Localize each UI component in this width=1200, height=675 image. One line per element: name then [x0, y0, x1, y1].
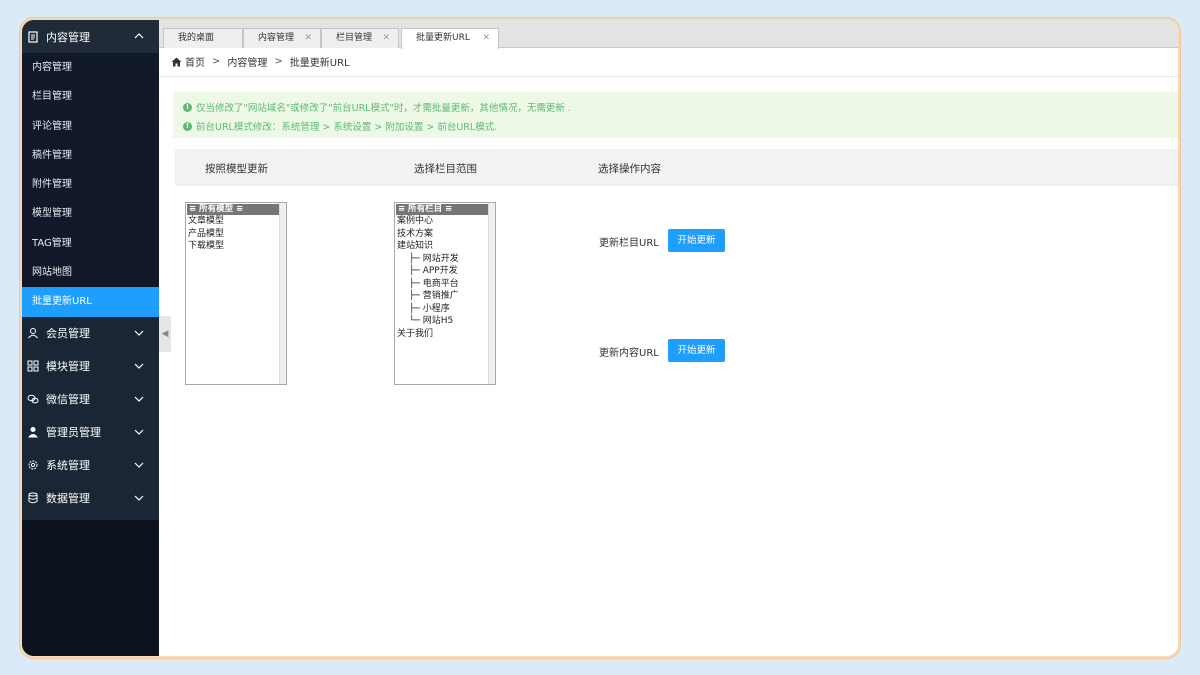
document-icon	[26, 30, 40, 44]
update-content-url-button[interactable]: 开始更新	[668, 339, 725, 362]
sidebar-item-manuscripts[interactable]: 稿件管理	[22, 141, 159, 170]
update-content-url-label: 更新内容URL	[599, 348, 659, 359]
breadcrumb: 首页 > 内容管理 > 批量更新URL	[171, 54, 350, 69]
sidebar-group-data[interactable]: 数据管理	[22, 482, 159, 515]
sidebar: 内容管理 内容管理 栏目管理 评论管理 稿件管理 附件管理 模型管理 TAG管理…	[22, 20, 159, 656]
sidebar-group-label: 系统管理	[46, 459, 90, 473]
list-option-selected[interactable]: ≡ 所有模型 ≡	[187, 204, 285, 215]
list-scrollbar[interactable]	[279, 203, 286, 384]
sidebar-group-label: 微信管理	[46, 393, 90, 407]
sidebar-group-members[interactable]: 会员管理	[22, 317, 159, 350]
database-icon	[26, 491, 40, 505]
breadcrumb-separator: >	[274, 56, 283, 67]
sidebar-group-label: 内容管理	[46, 30, 90, 44]
close-icon[interactable]: ✕	[482, 29, 490, 48]
chevron-down-icon	[133, 492, 145, 504]
gear-icon	[26, 458, 40, 472]
column-select-list[interactable]: ≡ 所有栏目 ≡ 案例中心 技术方案 建站知识 ├─ 网站开发 ├─ APP开发…	[394, 202, 496, 385]
sidebar-group-admins[interactable]: 管理员管理	[22, 416, 159, 449]
sidebar-group-label: 数据管理	[46, 492, 90, 506]
info-icon: !	[183, 121, 192, 131]
info-icon: !	[183, 102, 192, 112]
wechat-icon	[26, 392, 40, 406]
chevron-down-icon	[133, 426, 145, 438]
chevron-up-icon	[133, 30, 145, 42]
list-option[interactable]: ├─ 网站开发	[395, 253, 495, 266]
header-by-model: 按照模型更新	[205, 163, 268, 175]
admin-window: 内容管理 内容管理 栏目管理 评论管理 稿件管理 附件管理 模型管理 TAG管理…	[22, 20, 1178, 656]
list-option[interactable]: └─ 网站H5	[395, 315, 495, 328]
tab-label: 内容管理	[258, 33, 295, 43]
notice-line: ! 仅当修改了"网站域名"或修改了"前台URL模式"时，才需批量更新，其他情况，…	[183, 100, 571, 114]
update-column-url-button[interactable]: 开始更新	[668, 229, 725, 252]
list-option[interactable]: 关于我们	[395, 328, 495, 341]
sidebar-group-label: 管理员管理	[46, 426, 101, 440]
list-option[interactable]: ├─ 营销推广	[395, 290, 495, 303]
sidebar-item-columns[interactable]: 栏目管理	[22, 82, 159, 111]
tab-content[interactable]: 内容管理 ✕	[243, 28, 321, 48]
sidebar-group-label: 模块管理	[46, 360, 90, 374]
close-icon[interactable]: ✕	[382, 29, 390, 48]
table-header: 按照模型更新 选择栏目范围 选择操作内容	[175, 149, 1178, 186]
sidebar-group-modules[interactable]: 模块管理	[22, 350, 159, 383]
screenshot-frame: 内容管理 内容管理 栏目管理 评论管理 稿件管理 附件管理 模型管理 TAG管理…	[20, 18, 1180, 658]
home-icon	[171, 57, 182, 67]
header-column-scope: 选择栏目范围	[414, 163, 477, 175]
notice-text-1: 仅当修改了"网站域名"或修改了"前台URL模式"时，才需批量更新，其他情况，无需…	[196, 103, 571, 114]
tab-batch-url[interactable]: 批量更新URL ✕	[401, 28, 499, 49]
chevron-down-icon	[133, 360, 145, 372]
tab-desktop[interactable]: 我的桌面	[163, 28, 243, 48]
list-option[interactable]: 文章模型	[186, 215, 286, 228]
chevron-down-icon	[133, 459, 145, 471]
sidebar-group-system[interactable]: 系统管理	[22, 449, 159, 482]
tab-bar: 我的桌面 内容管理 ✕ 栏目管理 ✕ 批量更新URL ✕	[159, 20, 1178, 49]
list-option[interactable]: 产品模型	[186, 228, 286, 241]
chevron-down-icon	[133, 327, 145, 339]
list-option[interactable]: 下载模型	[186, 240, 286, 253]
tab-label: 栏目管理	[336, 33, 373, 43]
sidebar-item-sitemap[interactable]: 网站地图	[22, 258, 159, 287]
tab-label: 批量更新URL	[416, 33, 470, 43]
list-option[interactable]: ├─ APP开发	[395, 265, 495, 278]
notice-text-2: 前台URL模式修改：系统管理 > 系统设置 > 附加设置 > 前台URL模式.	[196, 122, 498, 133]
sidebar-item-batch-url[interactable]: 批量更新URL	[22, 287, 159, 317]
list-option[interactable]: ├─ 小程序	[395, 303, 495, 316]
list-option[interactable]: 建站知识	[395, 240, 495, 253]
breadcrumb-content[interactable]: 内容管理	[227, 54, 267, 69]
tab-label: 我的桌面	[178, 33, 215, 43]
tab-columns[interactable]: 栏目管理 ✕	[321, 28, 399, 48]
list-option[interactable]: 技术方案	[395, 228, 495, 241]
list-scrollbar[interactable]	[488, 203, 495, 384]
admin-icon	[26, 425, 40, 439]
user-icon	[26, 326, 40, 340]
chevron-down-icon	[133, 393, 145, 405]
sidebar-submenu: 内容管理 栏目管理 评论管理 稿件管理 附件管理 模型管理 TAG管理 网站地图…	[22, 53, 159, 317]
list-option[interactable]: 案例中心	[395, 215, 495, 228]
divider	[159, 76, 1178, 77]
list-option-selected[interactable]: ≡ 所有栏目 ≡	[396, 204, 494, 215]
grid-icon	[26, 359, 40, 373]
sidebar-group-content[interactable]: 内容管理	[22, 20, 159, 53]
sidebar-item-attachments[interactable]: 附件管理	[22, 170, 159, 199]
header-operation: 选择操作内容	[598, 163, 661, 175]
list-option[interactable]: ├─ 电商平台	[395, 278, 495, 291]
sidebar-group-wechat[interactable]: 微信管理	[22, 383, 159, 416]
sidebar-empty-area	[22, 520, 159, 656]
sidebar-item-tags[interactable]: TAG管理	[22, 229, 159, 258]
sidebar-group-label: 会员管理	[46, 327, 90, 341]
model-select-list[interactable]: ≡ 所有模型 ≡ 文章模型 产品模型 下载模型	[185, 202, 287, 385]
close-icon[interactable]: ✕	[304, 29, 312, 48]
breadcrumb-separator: >	[212, 56, 221, 67]
notice-box: ! 仅当修改了"网站域名"或修改了"前台URL模式"时，才需批量更新，其他情况，…	[173, 92, 1178, 138]
breadcrumb-current: 批量更新URL	[289, 58, 350, 69]
breadcrumb-home[interactable]: 首页	[185, 54, 205, 69]
notice-line: ! 前台URL模式修改：系统管理 > 系统设置 > 附加设置 > 前台URL模式…	[183, 119, 497, 133]
sidebar-collapse-handle[interactable]: ◀	[159, 316, 171, 352]
sidebar-item-models[interactable]: 模型管理	[22, 199, 159, 228]
main-content: 我的桌面 内容管理 ✕ 栏目管理 ✕ 批量更新URL ✕ 首页 > 内容管理 >	[159, 20, 1178, 656]
update-column-url-label: 更新栏目URL	[599, 238, 659, 249]
sidebar-item-content[interactable]: 内容管理	[22, 53, 159, 82]
sidebar-item-comments[interactable]: 评论管理	[22, 112, 159, 141]
